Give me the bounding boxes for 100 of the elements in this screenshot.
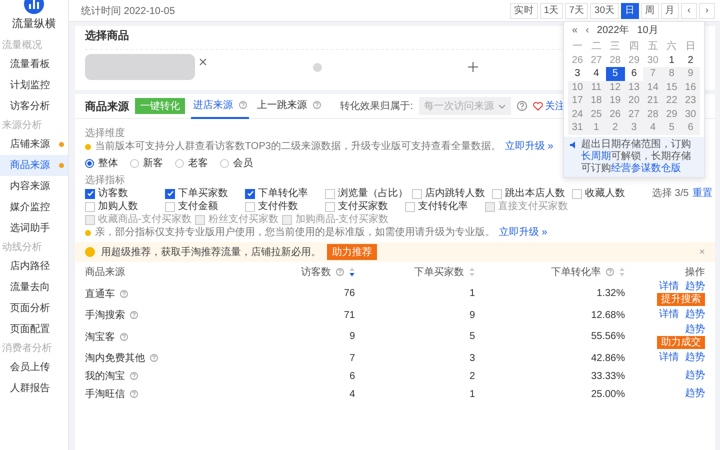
metric-checkbox[interactable]: 浏览量（占比）	[325, 187, 412, 200]
nav-item[interactable]: 店内路径	[0, 256, 68, 277]
date-range-button[interactable]: 日	[621, 2, 639, 18]
column-header: 下单转化率	[551, 266, 601, 278]
upgrade-link[interactable]: 立即升级 »	[499, 226, 548, 239]
metric-checkbox[interactable]: 收藏人数	[572, 187, 652, 200]
tab[interactable]: 上一跳来源	[254, 93, 323, 119]
calendar-day[interactable]: 29	[624, 54, 644, 67]
month-label: 10月	[637, 25, 658, 37]
date-range-button[interactable]: 30天	[590, 2, 619, 18]
check-icon	[166, 190, 174, 197]
calendar-day[interactable]: 6	[624, 67, 644, 80]
nav-item[interactable]: 选词助手	[0, 218, 68, 239]
calendar-day[interactable]: 5	[606, 67, 625, 80]
nav-item[interactable]: 人群报告	[0, 378, 68, 399]
prev-year-button[interactable]: «	[572, 25, 578, 37]
source-cell-text: 手淘旺信	[85, 388, 125, 401]
table-cell-text: 25.00%	[590, 388, 625, 400]
calendar-day[interactable]: 1	[662, 54, 682, 67]
segment-radio[interactable]: 新客	[130, 156, 163, 171]
nav-item[interactable]: 媒介监控	[0, 197, 68, 218]
nav-item[interactable]: 流量去向	[0, 277, 68, 298]
segment-radio[interactable]: 会员	[220, 156, 253, 171]
table-cell-text: 4	[348, 388, 355, 400]
help-icon	[120, 290, 128, 298]
help-icon	[238, 101, 247, 110]
notice-text: 超出日期存储范围，订购 长周期可解锁，长期存储可订购经营参谋数仓版	[581, 138, 692, 174]
nav-item[interactable]: 访客分析	[0, 96, 68, 117]
segment-radio[interactable]: 整体	[85, 156, 118, 171]
nav-item[interactable]: 店铺来源	[0, 134, 68, 155]
row-action-link[interactable]: 详情	[659, 309, 679, 321]
column-header: 操作	[685, 266, 705, 278]
table-cell-text: 1	[468, 388, 475, 400]
help-icon	[517, 101, 527, 111]
metric-checkbox[interactable]: 店内跳转人数	[412, 187, 492, 200]
speaker-icon	[570, 140, 578, 148]
check-icon	[246, 190, 254, 197]
source-cell-text: 直通车	[85, 288, 115, 300]
stat-date: 统计时间 2022-10-05	[81, 4, 175, 18]
nav-item[interactable]: 会员上传	[0, 357, 68, 378]
row-action-link[interactable]: 详情	[659, 281, 679, 293]
date-range-button[interactable]: ‹	[681, 2, 697, 18]
metric-checkbox[interactable]: 支付件数	[245, 200, 325, 213]
help-icon	[130, 311, 138, 319]
field-label: 选择维度	[85, 127, 125, 140]
nav-item[interactable]: 流量看板	[0, 54, 68, 75]
help-icon	[120, 332, 128, 340]
nav-group-label: 消费者分析	[1, 342, 53, 356]
sort-icon[interactable]	[349, 266, 355, 276]
metric-checkbox[interactable]: 支付转化率	[405, 200, 485, 213]
metric-checkbox[interactable]: 下单转化率	[245, 187, 325, 200]
metric-checkbox[interactable]: 下单买家数	[165, 187, 245, 200]
table-cell-text: 76	[342, 288, 355, 299]
promo-button[interactable]: 助力推荐	[327, 244, 377, 260]
date-range-button[interactable]: 月	[661, 2, 679, 18]
calendar-day[interactable]: 26	[568, 54, 587, 67]
row-action-link[interactable]: 趋势	[685, 370, 705, 382]
heart-icon	[533, 102, 543, 110]
nav-item[interactable]: 内容来源	[0, 176, 68, 197]
calendar-day[interactable]: 28	[606, 54, 625, 67]
calendar-day[interactable]: 4	[586, 67, 606, 80]
metric-checkbox[interactable]: 跳出本店人数	[492, 187, 572, 200]
nav-item[interactable]: 商品来源	[0, 155, 68, 176]
row-action-link[interactable]: 趋势	[685, 324, 705, 336]
row-action-button[interactable]: 提升搜索	[657, 293, 705, 306]
table-cell-text: 3	[468, 352, 475, 364]
row-action-link[interactable]: 详情	[659, 352, 679, 364]
metric-checkbox[interactable]: 支付买家数	[325, 200, 405, 213]
reset-link[interactable]: 重置	[692, 187, 713, 226]
date-range-button[interactable]: ›	[699, 2, 715, 18]
date-range-button[interactable]: 实时	[510, 2, 538, 18]
row-action-link[interactable]: 趋势	[685, 388, 705, 400]
year-label: 2022年	[596, 25, 630, 37]
date-range-button[interactable]: 7天	[565, 2, 588, 18]
nav-item[interactable]: 页面分析	[0, 298, 68, 319]
table-cell-text: 55.56%	[590, 331, 625, 342]
row-action-button[interactable]: 助力成交	[657, 336, 705, 349]
promo-icon	[85, 247, 95, 257]
tab[interactable]: 进店来源	[191, 93, 249, 119]
nav-item[interactable]: 计划监控	[0, 75, 68, 96]
calendar-day[interactable]: 27	[586, 54, 606, 67]
nav-item[interactable]: 页面配置	[0, 319, 68, 340]
calendar-day[interactable]: 3	[568, 67, 587, 80]
field-label: 选择指标	[85, 174, 125, 187]
metric-checkbox[interactable]: 访客数	[85, 187, 165, 200]
help-icon	[130, 390, 138, 398]
row-action-link[interactable]: 趋势	[685, 309, 705, 321]
warning-dot-icon	[85, 230, 91, 236]
upgrade-link[interactable]: 立即升级 »	[504, 140, 554, 153]
calendar-day[interactable]: 2	[681, 54, 700, 67]
metric-checkbox[interactable]: 支付金额	[165, 200, 245, 213]
plus-icon[interactable]	[468, 62, 478, 72]
table-cell-text: 2	[468, 370, 475, 382]
date-range-button[interactable]: 周	[641, 2, 659, 18]
segment-radio[interactable]: 老客	[175, 156, 208, 171]
close-icon[interactable]	[199, 58, 207, 66]
metric-checkbox[interactable]: 加购人数	[85, 200, 165, 213]
row-action-link[interactable]: 趋势	[685, 281, 705, 293]
row-action-link[interactable]: 趋势	[685, 352, 705, 364]
date-range-button[interactable]: 1天	[540, 2, 564, 18]
